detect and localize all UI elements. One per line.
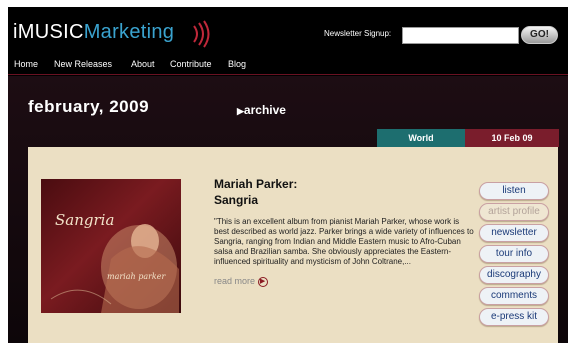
cover-title-text: Sangria — [55, 211, 114, 229]
read-more-label: read more — [214, 276, 256, 286]
album-cover-art: Sangria mariah parker — [50, 211, 179, 313]
logo-text-marketing: Marketing — [83, 21, 175, 43]
nav-about[interactable]: About — [131, 59, 155, 69]
site-logo[interactable]: iMUSICMarketing — [13, 21, 174, 44]
nav-bar: Home New Releases About Contribute Blog — [8, 57, 568, 75]
album-cover[interactable]: Sangria mariah parker — [41, 179, 181, 313]
tour-info-button[interactable]: tour info — [479, 245, 549, 263]
logo-text-imusic: iMUSIC — [13, 21, 84, 43]
newsletter-label: Newsletter Signup: — [324, 29, 392, 38]
nav-new-releases[interactable]: New Releases — [54, 59, 112, 69]
album-title: Sangria — [214, 193, 259, 207]
cover-artist-text: mariah parker — [107, 272, 167, 281]
comments-button[interactable]: comments — [479, 287, 549, 305]
archive-link[interactable]: ▶archive — [237, 103, 286, 117]
page-frame: iMUSICMarketing Newsletter Signup: GO! H… — [8, 7, 568, 343]
listen-button[interactable]: listen — [479, 182, 549, 200]
e-press-kit-button[interactable]: e-press kit — [479, 308, 549, 326]
tab-date: 10 Feb 09 — [465, 129, 559, 147]
go-button[interactable]: GO! — [521, 26, 558, 44]
discography-button[interactable]: discography — [479, 266, 549, 284]
nav-contribute[interactable]: Contribute — [170, 59, 212, 69]
album-description: "This is an excellent album from pianist… — [214, 217, 474, 266]
artist-name: Mariah Parker: — [214, 177, 298, 191]
nav-home[interactable]: Home — [14, 59, 38, 69]
nav-blog[interactable]: Blog — [228, 59, 246, 69]
sound-waves-icon — [193, 20, 210, 48]
header: iMUSICMarketing Newsletter Signup: GO! H… — [8, 7, 568, 76]
play-arrow-icon: ▶ — [237, 106, 244, 116]
newsletter-email-input[interactable] — [402, 27, 519, 44]
arrow-right-circle-icon: ▶ — [257, 276, 268, 287]
page-title: february, 2009 — [28, 97, 150, 116]
read-more-link[interactable]: read more ▶ — [214, 276, 268, 287]
album-panel: Sangria mariah parker Mariah Parker: San… — [28, 147, 558, 343]
artist-profile-button[interactable]: artist profile — [479, 203, 549, 221]
newsletter-button[interactable]: newsletter — [479, 224, 549, 242]
archive-label: archive — [243, 103, 286, 117]
tab-genre-world[interactable]: World — [377, 129, 465, 147]
